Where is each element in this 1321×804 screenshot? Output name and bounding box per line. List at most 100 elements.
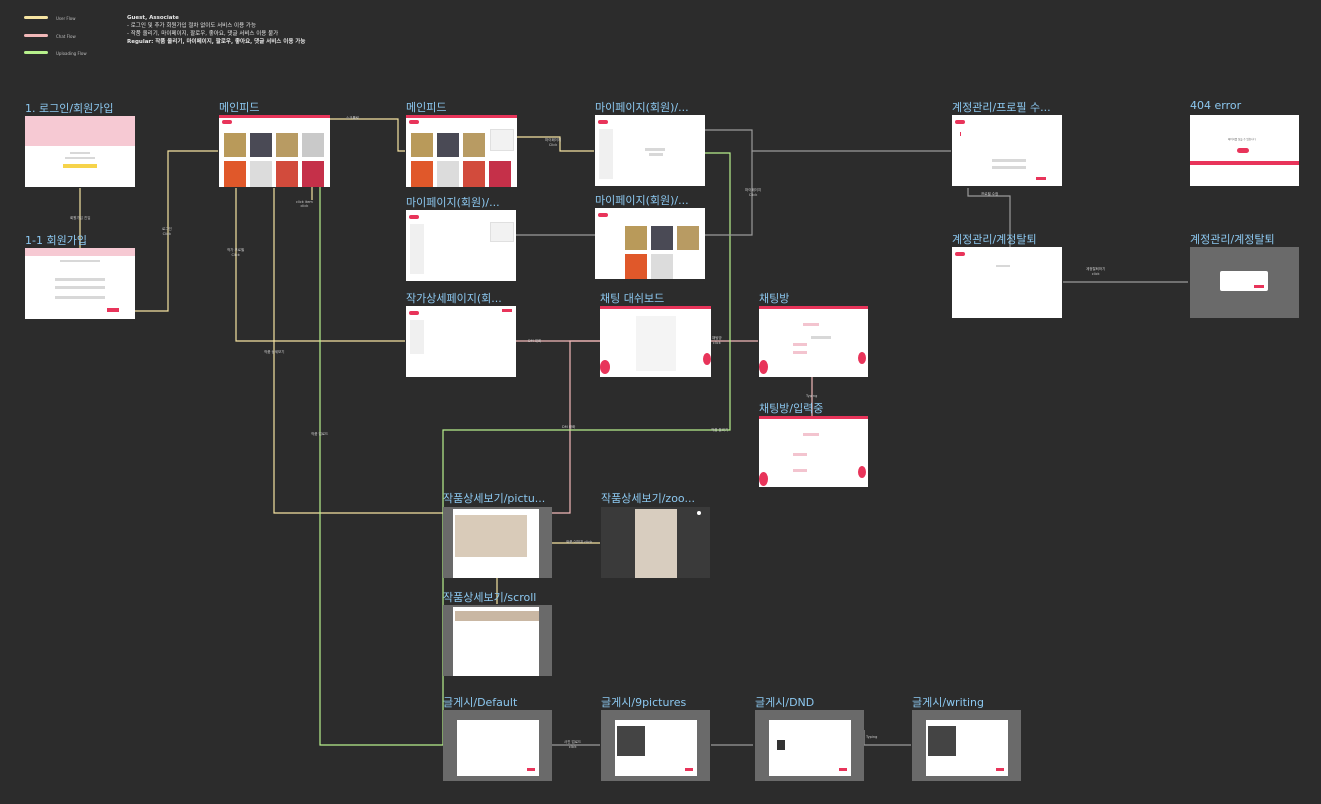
frame-detail-scroll[interactable] xyxy=(443,605,552,676)
frame-chatroom[interactable] xyxy=(759,306,868,377)
withdraw-1-field[interactable] xyxy=(996,265,1010,267)
typing-blob-left xyxy=(759,472,768,486)
connector-label-12: 계정탈퇴하기 click xyxy=(1086,267,1106,276)
account-profile-menu[interactable] xyxy=(960,132,961,136)
chat-bubble-3 xyxy=(793,351,807,354)
frame-title-withdraw-2: 계정관리/계정탈퇴 xyxy=(1190,233,1275,246)
login-text-2 xyxy=(65,157,95,159)
chatroom-blob-left xyxy=(759,360,768,374)
frame-title-artist: 작가상세페이지(회... xyxy=(406,292,502,305)
mypage-3-image-3[interactable] xyxy=(677,226,699,250)
main-1-image-3[interactable] xyxy=(276,133,298,157)
frame-withdraw-2[interactable] xyxy=(1190,247,1299,318)
signup-field-2[interactable] xyxy=(55,286,105,289)
mypage-1-logo xyxy=(598,120,608,124)
chatroom-blob-right xyxy=(858,352,866,364)
main-2-image-5[interactable] xyxy=(411,161,433,187)
detail-zoom-close-icon[interactable] xyxy=(697,511,701,515)
frame-chat-dashboard[interactable] xyxy=(600,306,711,377)
connector-label-14: 사진 업로드 click xyxy=(564,740,582,749)
frame-post-dnd[interactable] xyxy=(755,710,864,781)
post-dnd-image[interactable] xyxy=(777,740,785,750)
main-2-image-2[interactable] xyxy=(437,133,459,157)
signup-field-3[interactable] xyxy=(55,296,105,299)
main-2-image-6[interactable] xyxy=(437,161,459,187)
detail-zoom-image[interactable] xyxy=(635,509,677,578)
main-2-image-7[interactable] xyxy=(463,161,485,187)
mypage-2-dropdown[interactable] xyxy=(490,222,514,242)
connector-label-2: 로그인 Click xyxy=(162,227,172,236)
mypage-3-logo xyxy=(598,213,608,217)
frame-mypage-1[interactable] xyxy=(595,115,705,186)
main-1-logo xyxy=(222,120,232,124)
frame-login[interactable] xyxy=(25,116,135,187)
mypage-3-image-1[interactable] xyxy=(625,226,647,250)
mypage-3-image-5[interactable] xyxy=(651,254,673,279)
connector-main-main xyxy=(330,118,405,152)
detail-scroll-image[interactable] xyxy=(455,611,539,621)
mypage-3-image-2[interactable] xyxy=(651,226,673,250)
signup-banner xyxy=(25,248,135,256)
frame-mypage-2[interactable] xyxy=(406,210,516,281)
main-1-image-4[interactable] xyxy=(302,133,324,157)
frame-account-profile[interactable] xyxy=(952,115,1062,186)
artist-sidebar xyxy=(410,320,424,354)
frame-detail-zoom[interactable] xyxy=(601,507,710,578)
signup-submit-button[interactable] xyxy=(107,308,119,312)
main-2-image-3[interactable] xyxy=(463,133,485,157)
kakao-login-button[interactable] xyxy=(63,164,97,168)
withdraw-modal xyxy=(1220,271,1268,291)
main-2-dropdown[interactable] xyxy=(490,129,514,151)
main-1-image-1[interactable] xyxy=(224,133,246,157)
mypage-1-button[interactable] xyxy=(649,153,663,156)
frame-chat-typing[interactable] xyxy=(759,416,868,487)
typing-bubble-2 xyxy=(793,453,807,456)
chat-dash-list[interactable] xyxy=(636,316,676,371)
main-1-image-5[interactable] xyxy=(224,161,246,187)
frame-title-login: 1. 로그인/회원가입 xyxy=(25,102,114,115)
post-9-grid[interactable] xyxy=(617,726,645,756)
frame-title-post-writing: 글게시/writing xyxy=(912,696,984,709)
main-1-image-7[interactable] xyxy=(276,161,298,187)
main-2-image-1[interactable] xyxy=(411,133,433,157)
post-writing-grid[interactable] xyxy=(928,726,956,756)
account-profile-field-2[interactable] xyxy=(992,166,1026,169)
account-profile-field-1[interactable] xyxy=(992,159,1026,162)
main-2-header xyxy=(406,115,517,118)
withdraw-confirm-button[interactable] xyxy=(1254,285,1264,288)
mypage-3-image-4[interactable] xyxy=(625,254,647,279)
frame-post-default[interactable] xyxy=(443,710,552,781)
post-default-submit-button[interactable] xyxy=(527,768,535,771)
artist-follow-button[interactable] xyxy=(502,309,512,312)
frame-signup[interactable] xyxy=(25,248,135,319)
frame-withdraw-1[interactable] xyxy=(952,247,1062,318)
post-writing-submit-button[interactable] xyxy=(996,768,1004,771)
main-1-image-2[interactable] xyxy=(250,133,272,157)
main-1-image-6[interactable] xyxy=(250,161,272,187)
detail-picture-image[interactable] xyxy=(455,515,527,557)
main-1-image-8[interactable] xyxy=(302,161,324,187)
login-banner xyxy=(25,116,135,146)
frame-main-feed-1[interactable] xyxy=(219,115,330,187)
chat-bubble-2 xyxy=(793,343,807,346)
signup-field-1[interactable] xyxy=(55,278,105,281)
frame-title-chatroom: 채팅방 xyxy=(759,292,790,305)
frame-post-writing[interactable] xyxy=(912,710,1021,781)
frame-main-feed-2[interactable] xyxy=(406,115,517,187)
connector-signup-main xyxy=(135,150,218,312)
connector-label-4: 마이페이지 Click xyxy=(545,138,562,147)
frame-mypage-3[interactable] xyxy=(595,208,705,279)
post-dnd-submit-button[interactable] xyxy=(839,768,847,771)
post-9-submit-button[interactable] xyxy=(685,768,693,771)
connector-label-6: click item click xyxy=(296,200,313,208)
account-profile-save-button[interactable] xyxy=(1036,177,1046,180)
connector-label-5: 작가 프로필 Click xyxy=(227,248,245,257)
frame-post-9[interactable] xyxy=(601,710,710,781)
chat-bubble-4 xyxy=(811,336,831,339)
frame-artist-detail[interactable] xyxy=(406,306,516,377)
connector-label-16: Typing xyxy=(866,735,878,739)
connector-label-9: DM 대화 xyxy=(528,339,542,343)
artist-logo xyxy=(409,311,419,315)
frame-detail-picture[interactable] xyxy=(443,507,552,578)
main-2-image-8[interactable] xyxy=(489,161,511,187)
